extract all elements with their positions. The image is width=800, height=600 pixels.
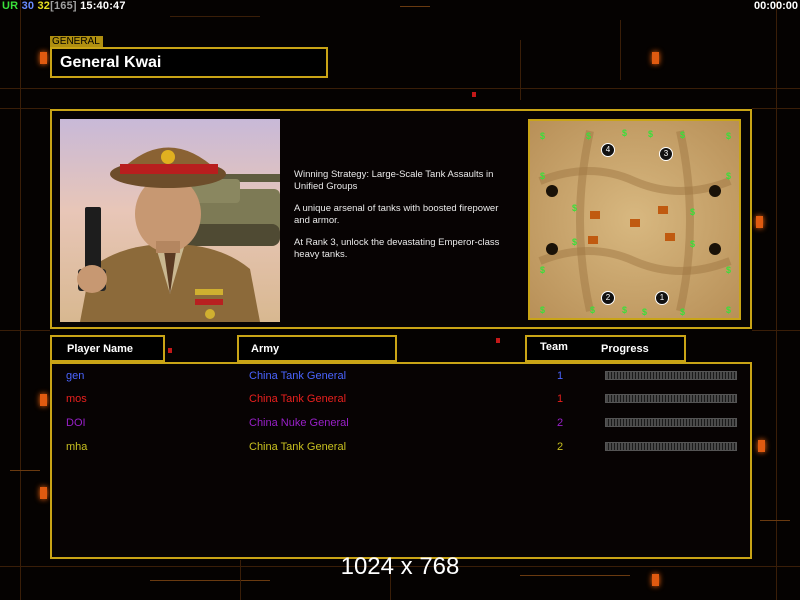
supply-icon: $ — [642, 307, 648, 317]
frame-value: 32 — [37, 0, 51, 12]
supply-icon: $ — [586, 131, 592, 141]
supply-icon: $ — [540, 265, 546, 275]
description-strategy: Winning Strategy: Large-Scale Tank Assau… — [294, 169, 494, 192]
player-name: gen — [66, 370, 85, 382]
player-team: 2 — [557, 417, 564, 429]
player-name: DOI — [66, 417, 86, 429]
fps-value: 30 — [21, 0, 35, 12]
supply-icon: $ — [690, 239, 696, 249]
map-preview-image — [530, 121, 739, 318]
general-info-panel: Winning Strategy: Large-Scale Tank Assau… — [50, 109, 752, 329]
player-team: 1 — [557, 370, 564, 382]
start-position-1: 1 — [655, 291, 669, 305]
header-team-progress: Team Progress — [525, 335, 686, 362]
player-team: 2 — [557, 441, 564, 453]
header-player-name: Player Name — [50, 335, 165, 362]
supply-icon: $ — [540, 171, 546, 181]
map-preview[interactable]: 4 3 2 1 $ $ $ $ $ $ $ $ $ $ $ $ $ $ $ $ … — [528, 119, 741, 320]
supply-icon: $ — [622, 128, 628, 138]
header-player-name-label: Player Name — [67, 343, 134, 355]
supply-icon: $ — [590, 305, 596, 315]
supply-icon: $ — [540, 131, 546, 141]
general-portrait — [60, 119, 280, 322]
player-progress-bar — [605, 371, 737, 380]
player-name: mha — [66, 441, 88, 453]
supply-icon: $ — [572, 203, 578, 213]
supply-icon: $ — [726, 171, 732, 181]
player-row[interactable]: mha China Tank General 2 — [52, 437, 750, 457]
player-list: gen China Tank General 1 mos China Tank Gene… — [52, 364, 750, 557]
general-name: General Kwai — [60, 54, 162, 71]
player-army: China Tank General — [249, 370, 347, 382]
description-arsenal: A unique arsenal of tanks with boosted f… — [294, 203, 499, 226]
description-rank3: At Rank 3, unlock the devastating Empero… — [294, 237, 500, 260]
game-timer: 00:00:00 — [753, 0, 798, 12]
supply-icon: $ — [726, 305, 732, 315]
header-team-label: Team — [540, 341, 568, 353]
supply-icon: $ — [690, 207, 696, 217]
player-name: mos — [66, 393, 87, 405]
general-portrait-image — [77, 147, 280, 322]
header-army-label: Army — [251, 343, 280, 355]
general-description: Winning Strategy: Large-Scale Tank Assau… — [294, 169, 524, 271]
header-army: Army — [237, 335, 397, 362]
supply-icon: $ — [572, 237, 578, 247]
start-position-3: 3 — [659, 147, 673, 161]
supply-icon: $ — [680, 130, 686, 140]
player-row[interactable]: mos China Tank General 1 — [52, 389, 750, 409]
player-progress-bar — [605, 418, 737, 427]
player-team: 1 — [557, 393, 564, 405]
player-army: China Tank General — [249, 441, 347, 453]
player-army: China Nuke General — [249, 417, 349, 429]
header-progress-label: Progress — [601, 343, 649, 355]
supply-icon: $ — [726, 265, 732, 275]
player-row[interactable]: DOI China Nuke General 2 — [52, 413, 750, 433]
resolution-label: 1024 x 768 — [340, 553, 460, 580]
supply-icon: $ — [540, 305, 546, 315]
supply-icon: $ — [726, 131, 732, 141]
supply-icon: $ — [680, 307, 686, 317]
player-army: China Tank General — [249, 393, 347, 405]
supply-icon: $ — [648, 129, 654, 139]
frame-detail: [165] — [50, 0, 77, 12]
debug-status-bar: UR 30 32[165] 15:40:47 — [2, 0, 126, 12]
player-row[interactable]: gen China Tank General 1 — [52, 366, 750, 386]
start-position-2: 2 — [601, 291, 615, 305]
player-progress-bar — [605, 442, 737, 451]
ur-label: UR — [2, 0, 19, 12]
player-progress-bar — [605, 394, 737, 403]
general-name-box: General Kwai — [50, 47, 328, 78]
clock: 15:40:47 — [80, 0, 126, 12]
start-position-4: 4 — [601, 143, 615, 157]
supply-icon: $ — [622, 305, 628, 315]
general-tag: GENERAL — [50, 36, 103, 47]
